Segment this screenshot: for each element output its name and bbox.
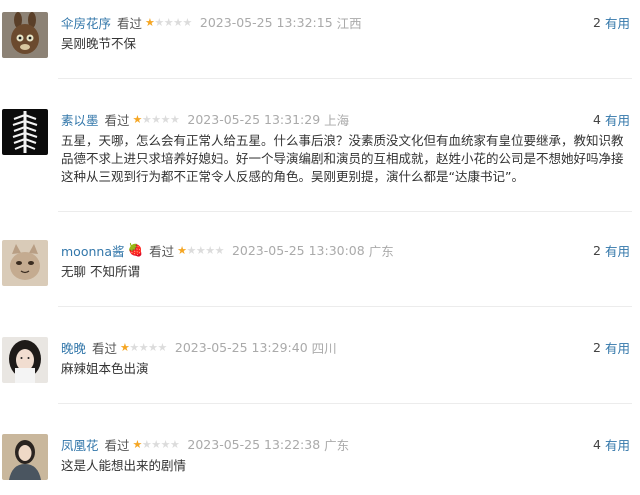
star-empty-icon: ★ [163, 15, 174, 29]
useful-button[interactable]: 有用 [605, 435, 630, 454]
username-link[interactable]: 凤凰花 [61, 435, 99, 454]
useful-button[interactable]: 有用 [605, 338, 630, 357]
comment-text: 无聊 不知所谓 [61, 264, 140, 279]
comment-time: 2023-05-25 13:30:08 [231, 242, 365, 258]
comment-meta: 伞房花序 看过 ★ ★ ★ ★ ★ 2023-05-25 13:32:15 江西 [61, 12, 362, 32]
watch-status: 看过 [149, 243, 175, 259]
comment-meta: 素以墨 看过 ★ ★ ★ ★ ★ 2023-05-25 13:31:29 上海 [61, 109, 349, 129]
star-empty-icon: ★ [170, 112, 180, 126]
comment-item: moonna酱 🍓 看过 ★ ★ ★ ★ ★ 2023-05-25 13:30:08 广… [0, 240, 640, 300]
divider [58, 211, 632, 212]
username-link[interactable]: moonna酱 [61, 241, 124, 260]
rating-stars: ★ ★ ★ ★ ★ [145, 16, 192, 29]
star-empty-icon: ★ [160, 112, 171, 126]
comment-text: 吴刚晚节不保 [61, 36, 137, 51]
comment-location: 广东 [324, 437, 350, 453]
useful-count: 4 [593, 436, 601, 452]
comment-time: 2023-05-25 13:29:40 [174, 339, 308, 355]
star-empty-icon: ★ [160, 437, 171, 451]
comment-time: 2023-05-25 13:32:15 [199, 14, 333, 30]
person-portrait-avatar-icon[interactable] [2, 434, 48, 480]
rating-stars: ★ ★ ★ ★ ★ [133, 438, 180, 451]
comment-item: 晚晚 看过 ★ ★ ★ ★ ★ 2023-05-25 13:29:40 四川 2 有用 … [0, 337, 640, 397]
star-empty-icon: ★ [205, 243, 215, 257]
comment-location: 四川 [311, 340, 337, 356]
comment-item: 伞房花序 看过 ★ ★ ★ ★ ★ 2023-05-25 13:32:15 江西 2 有… [0, 12, 640, 72]
useful-count: 2 [593, 242, 601, 258]
useful-button[interactable]: 有用 [605, 241, 630, 260]
username-link[interactable]: 素以墨 [61, 110, 99, 129]
star-empty-icon: ★ [182, 15, 193, 29]
comment-time: 2023-05-25 13:31:29 [187, 111, 321, 127]
star-empty-icon: ★ [157, 340, 168, 354]
brown-bunny-plush-avatar-icon[interactable] [2, 12, 48, 58]
useful-button[interactable]: 有用 [605, 110, 630, 129]
comment-location: 广东 [368, 243, 394, 259]
comment-meta: 凤凰花 看过 ★ ★ ★ ★ ★ 2023-05-25 13:22:38 广东 [61, 434, 349, 454]
useful-count: 2 [593, 14, 601, 30]
useful-vote: 2 有用 [593, 12, 630, 32]
star-filled-icon: ★ [132, 437, 143, 451]
username-link[interactable]: 晚晚 [61, 338, 86, 357]
comment-meta: moonna酱 🍓 看过 ★ ★ ★ ★ ★ 2023-05-25 13:30:08 广… [61, 240, 394, 260]
username-link[interactable]: 伞房花序 [61, 13, 111, 32]
comment-item: 凤凰花 看过 ★ ★ ★ ★ ★ 2023-05-25 13:22:38 广东 4 有用… [0, 434, 640, 494]
watch-status: 看过 [104, 437, 130, 453]
comment-meta: 晚晚 看过 ★ ★ ★ ★ ★ 2023-05-25 13:29:40 四川 [61, 337, 337, 357]
comment-text: 这是人能想出来的剧情 [61, 458, 187, 473]
divider [58, 306, 632, 307]
watch-status: 看过 [92, 340, 118, 356]
useful-vote: 4 有用 [593, 109, 630, 129]
star-filled-icon: ★ [132, 112, 143, 126]
useful-vote: 2 有用 [593, 240, 630, 260]
comment-text: 麻辣姐本色出演 [61, 361, 149, 376]
star-empty-icon: ★ [141, 437, 152, 451]
star-empty-icon: ★ [173, 15, 183, 29]
star-empty-icon: ★ [186, 243, 196, 257]
rating-stars: ★ ★ ★ ★ ★ [120, 341, 167, 354]
useful-vote: 2 有用 [593, 337, 630, 357]
useful-vote: 4 有用 [593, 434, 630, 454]
comment-location: 上海 [324, 112, 350, 128]
star-empty-icon: ★ [151, 112, 161, 126]
star-empty-icon: ★ [141, 112, 152, 126]
useful-count: 4 [593, 111, 601, 127]
star-empty-icon: ★ [154, 15, 164, 29]
star-empty-icon: ★ [129, 340, 139, 354]
girl-portrait-avatar-icon[interactable] [2, 337, 48, 383]
divider [58, 78, 632, 79]
comment-text: 五星，天哪，怎么会有正常人给五星。什么事后浪？没素质没文化但有血统家有皇位要继承… [61, 133, 624, 184]
comment-location: 江西 [336, 15, 362, 31]
star-empty-icon: ★ [195, 243, 206, 257]
strawberry-icon: 🍓 [127, 242, 144, 257]
useful-button[interactable]: 有用 [605, 13, 630, 32]
star-empty-icon: ★ [214, 243, 225, 257]
star-empty-icon: ★ [170, 437, 180, 451]
divider [58, 403, 632, 404]
star-empty-icon: ★ [138, 340, 149, 354]
rating-stars: ★ ★ ★ ★ ★ [177, 244, 224, 257]
watch-status: 看过 [117, 15, 143, 31]
star-filled-icon: ★ [145, 15, 155, 29]
watch-status: 看过 [104, 112, 130, 128]
black-white-feather-pattern-avatar-icon[interactable] [2, 109, 48, 155]
star-filled-icon: ★ [177, 243, 187, 257]
useful-count: 2 [593, 339, 601, 355]
comment-item: 素以墨 看过 ★ ★ ★ ★ ★ 2023-05-25 13:31:29 上海 4 有用… [0, 109, 640, 199]
star-empty-icon: ★ [148, 340, 158, 354]
cartoon-cat-avatar-icon[interactable] [2, 240, 48, 286]
rating-stars: ★ ★ ★ ★ ★ [133, 113, 180, 126]
star-empty-icon: ★ [151, 437, 161, 451]
comment-list: 伞房花序 看过 ★ ★ ★ ★ ★ 2023-05-25 13:32:15 江西 2 有… [0, 0, 640, 495]
comment-time: 2023-05-25 13:22:38 [187, 436, 321, 452]
star-filled-icon: ★ [120, 340, 130, 354]
